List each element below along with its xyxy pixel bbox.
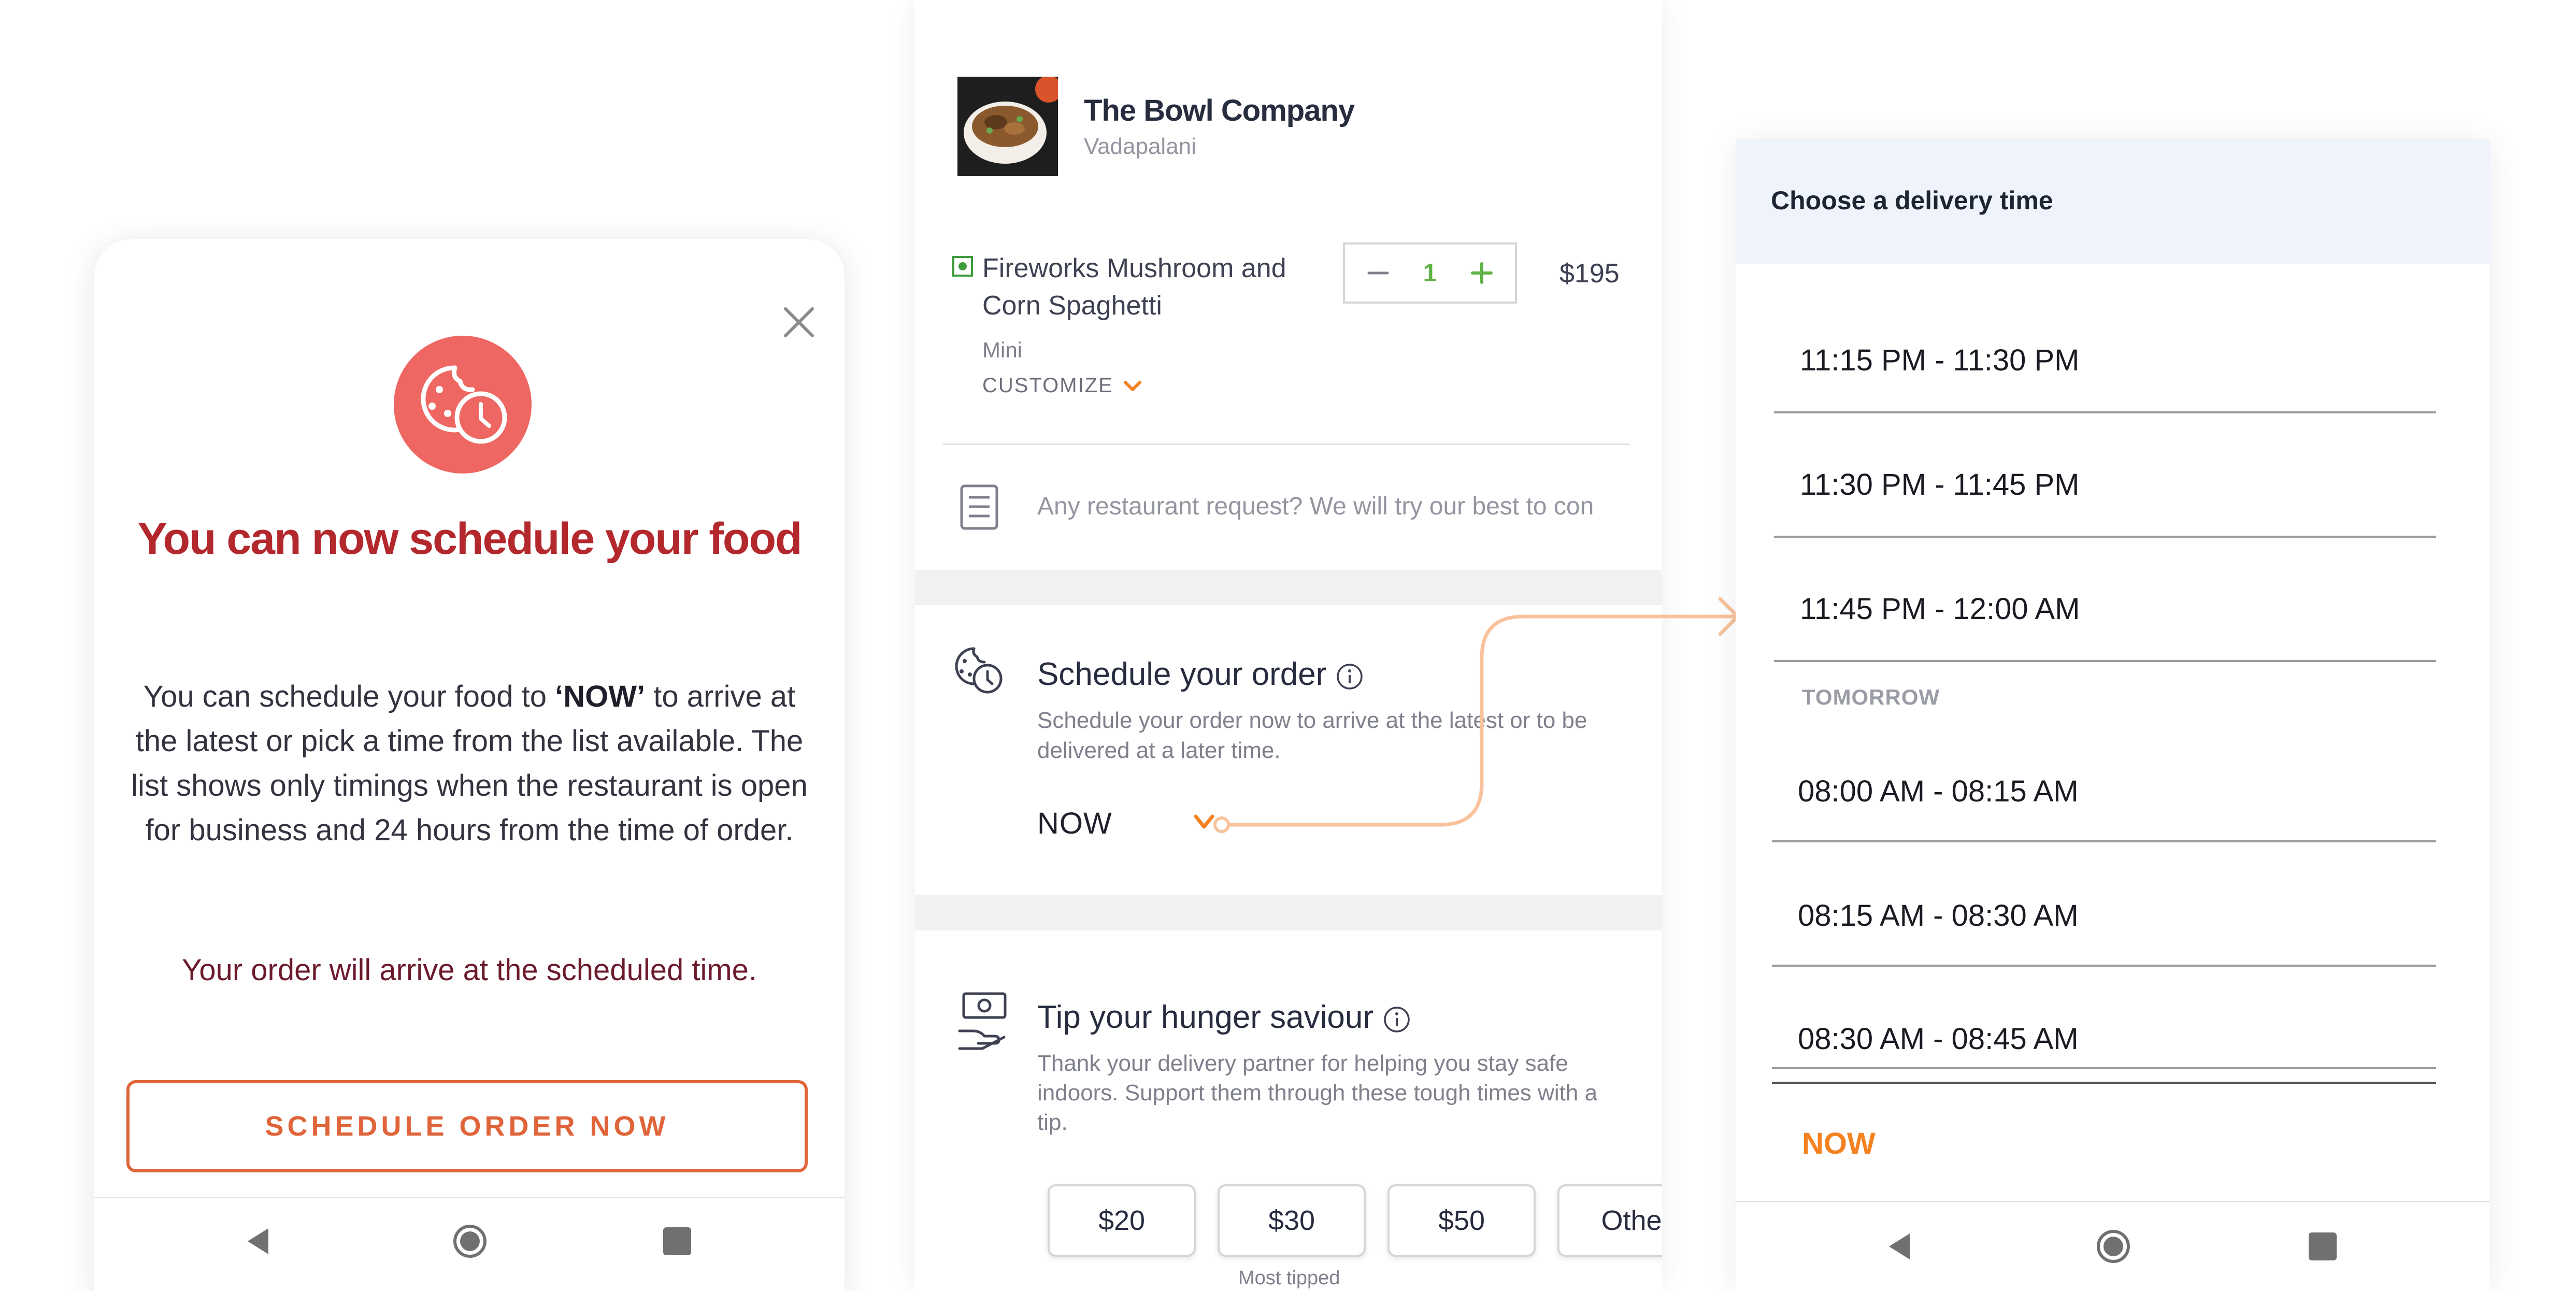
tip-hand-icon [958, 992, 1007, 1050]
restaurant-thumbnail [957, 77, 1058, 176]
schedule-info-modal: You can now schedule your food You can s… [94, 239, 845, 1291]
tip-option-button[interactable]: $30 [1218, 1184, 1366, 1257]
time-slot-label: 11:15 PM - 11:30 PM [1800, 343, 2080, 377]
delivery-time-title: Choose a delivery time [1771, 186, 2053, 215]
home-icon[interactable] [2095, 1228, 2131, 1265]
modal-description-now: ‘NOW’ [555, 680, 646, 713]
time-slot-option[interactable]: 08:15 AM - 08:30 AM [1772, 842, 2436, 967]
android-nav-bar [1736, 1201, 2490, 1291]
tip-description: Thank your delivery partner for helping … [1037, 1051, 1598, 1135]
quantity-stepper: 1 [1343, 242, 1517, 304]
schedule-order-description: Schedule your order now to arrive at the… [1037, 708, 1587, 763]
customize-button[interactable]: CUSTOMIZE [982, 374, 1141, 397]
modal-note: Your order will arrive at the scheduled … [181, 953, 757, 987]
cookie-clock-icon [394, 336, 532, 474]
veg-icon [952, 256, 973, 277]
time-slot-option[interactable]: 11:45 PM - 12:00 AM [1774, 538, 2436, 662]
home-icon[interactable] [452, 1223, 488, 1259]
time-slot-option[interactable]: 11:30 PM - 11:45 PM [1774, 413, 2436, 538]
restaurant-area: Vadapalani [1084, 134, 1196, 159]
chevron-down-icon[interactable] [1192, 812, 1223, 833]
schedule-select-value[interactable]: NOW [1037, 806, 1112, 841]
time-slot-label: 08:00 AM - 08:15 AM [1798, 774, 2079, 808]
time-slot-label: 08:30 AM - 08:45 AM [1798, 1022, 2079, 1056]
chevron-down-icon [1124, 381, 1141, 391]
info-icon[interactable] [1336, 663, 1364, 691]
close-icon[interactable] [773, 296, 825, 348]
now-option[interactable]: NOW [1802, 1126, 1876, 1161]
minus-icon[interactable] [1363, 257, 1394, 289]
item-price: $195 [1559, 259, 1620, 289]
time-slot-label: 11:45 PM - 12:00 AM [1800, 592, 2080, 626]
restaurant-name[interactable]: The Bowl Company [1084, 93, 1355, 128]
recents-icon[interactable] [2305, 1228, 2341, 1265]
tomorrow-section-label: TOMORROW [1802, 685, 1940, 709]
quantity-value: 1 [1423, 259, 1437, 287]
cart-screen: The Bowl Company Vadapalani Fireworks Mu… [915, 0, 1662, 1291]
divider [943, 443, 1630, 445]
item-variant: Mini [982, 338, 1023, 362]
plus-icon[interactable] [1466, 257, 1497, 289]
tip-title-text: Tip your hunger saviour [1037, 999, 1374, 1035]
info-icon[interactable] [1383, 1006, 1411, 1034]
delivery-time-sheet: Choose a delivery time 11:15 PM - 11:30 … [1736, 139, 2490, 1291]
note-icon [960, 484, 998, 530]
tip-caption: Most tipped [1238, 1267, 1340, 1289]
android-nav-bar [94, 1197, 845, 1291]
schedule-order-now-button[interactable]: SCHEDULE ORDER NOW [126, 1080, 808, 1172]
time-slot-option[interactable]: 11:15 PM - 11:30 PM [1774, 289, 2436, 413]
tip-title: Tip your hunger saviour [1037, 999, 1411, 1036]
recents-icon[interactable] [659, 1223, 695, 1259]
cookie-clock-icon [955, 647, 1003, 694]
schedule-order-title-text: Schedule your order [1037, 656, 1327, 692]
customize-label: CUSTOMIZE [982, 374, 1113, 397]
delivery-time-header: Choose a delivery time [1736, 139, 2490, 264]
time-slot-option[interactable]: 08:30 AM - 08:45 AM [1772, 967, 2436, 1069]
section-separator [915, 895, 1662, 930]
time-slot-label: 08:15 AM - 08:30 AM [1798, 899, 2079, 933]
time-slot-option[interactable]: 08:00 AM - 08:15 AM [1772, 718, 2436, 842]
section-separator [915, 570, 1662, 605]
divider [1772, 1082, 2436, 1084]
back-icon[interactable] [1882, 1228, 1918, 1265]
time-slot-label: 11:30 PM - 11:45 PM [1800, 468, 2080, 501]
tip-option-button[interactable]: $20 [1048, 1184, 1196, 1257]
tip-option-button[interactable]: Othe [1557, 1184, 1662, 1257]
modal-description: You can schedule your food to ‘NOW’ to a… [125, 675, 813, 853]
item-name: Fireworks Mushroom and Corn Spaghetti [982, 253, 1286, 321]
restaurant-request-input[interactable]: Any restaurant request? We will try our … [1037, 492, 1594, 521]
modal-title: You can now schedule your food [137, 514, 802, 564]
schedule-order-title: Schedule your order [1037, 656, 1364, 693]
tip-option-button[interactable]: $50 [1387, 1184, 1536, 1257]
back-icon[interactable] [240, 1223, 277, 1259]
modal-description-part: You can schedule your food to [143, 680, 555, 713]
